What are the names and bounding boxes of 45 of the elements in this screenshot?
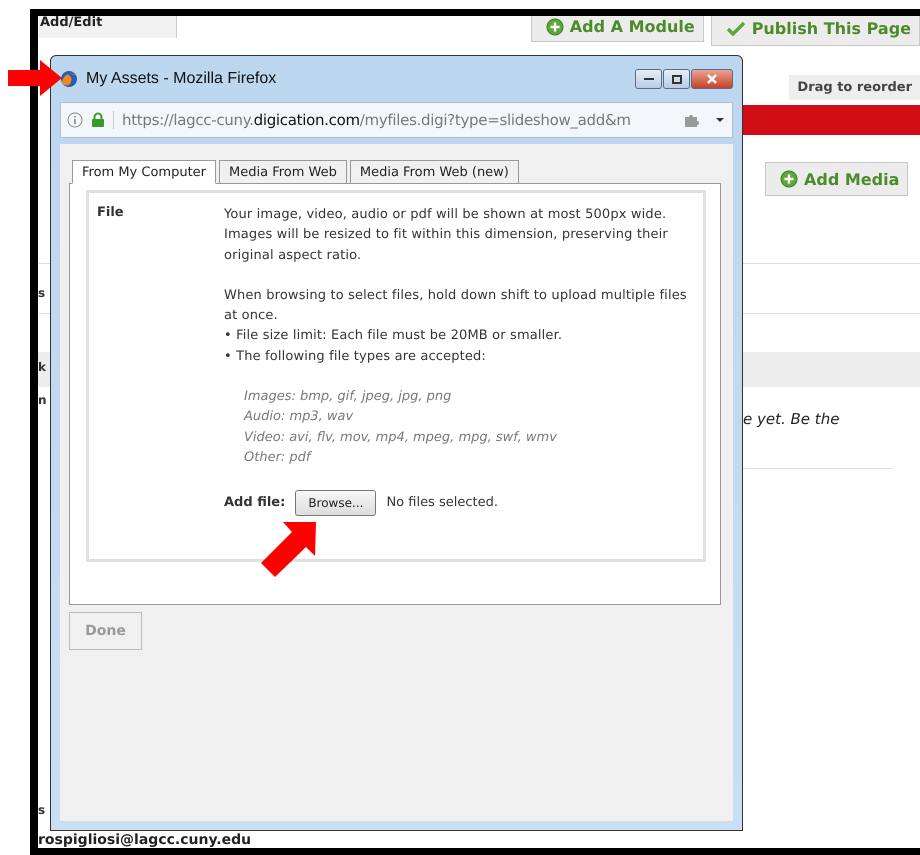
text-fragment: k <box>38 360 46 374</box>
tab[interactable]: Media From Web <box>219 160 347 184</box>
arrow-icon <box>8 60 62 96</box>
edit-tab[interactable]: Add/Edit <box>38 16 177 38</box>
add-file-label: Add file: <box>224 494 286 512</box>
close-icon <box>706 74 718 84</box>
field-label: File <box>97 205 125 222</box>
check-icon <box>726 20 746 36</box>
text-fragment: s <box>38 286 46 300</box>
bullet-text: • File size limit: Each file must be 20MB or smaller. <box>224 327 564 346</box>
minimize-button[interactable] <box>635 69 662 89</box>
plus-circle-icon <box>546 18 564 36</box>
tab[interactable]: Media From Web (new) <box>350 160 519 184</box>
email-text: rospigliosi@lagcc.cuny.edu <box>38 832 252 848</box>
file-type-text: Video: avi, flv, mov, mp4, mpeg, mpg, swf, wmv <box>244 428 558 447</box>
add-media-button[interactable]: Add Media <box>765 162 908 196</box>
file-type-text: Images: bmp, gif, jpeg, jpg, png <box>244 388 452 406</box>
text-fragment: n <box>38 393 47 407</box>
window-title: My Assets - Mozilla Firefox <box>86 70 276 88</box>
tab[interactable]: From My Computer <box>72 160 216 184</box>
drag-label: Drag to reorder <box>789 75 920 100</box>
plus-circle-icon <box>780 170 798 188</box>
comment-text: e yet. Be the <box>743 410 840 428</box>
arrow-icon <box>260 520 318 578</box>
add-module-button[interactable]: Add A Module <box>530 16 704 42</box>
puzzle-icon[interactable] <box>682 112 700 128</box>
dropdown-caret-icon[interactable] <box>714 116 726 124</box>
info-icon[interactable] <box>67 112 83 128</box>
browse-button[interactable]: Browse... <box>295 490 376 516</box>
url-text: https://lagcc-cuny.digication.com/myfiles.digi?type=slideshow_add&m <box>113 111 631 129</box>
close-button[interactable] <box>691 69 733 89</box>
publish-button[interactable]: Publish This Page <box>710 16 920 46</box>
minimize-icon <box>644 77 654 81</box>
file-status-text: No files selected. <box>386 494 498 512</box>
file-type-text: Audio: mp3, wav <box>244 408 354 426</box>
lock-icon <box>91 112 105 128</box>
browser-logo-icon <box>60 70 78 88</box>
description-text: Your image, video, audio or pdf will be shown at most 500px wide. Images will be resized to fit within this dimension, preserving their original aspect ratio. <box>224 206 669 265</box>
text-fragment: s <box>38 803 46 817</box>
maximize-icon <box>672 74 682 84</box>
file-type-text: Other: pdf <box>244 448 313 467</box>
maximize-button[interactable] <box>663 69 690 89</box>
address-bar[interactable]: https://lagcc-cuny.digication.com/myfiles.digi?type=slideshow_add&m <box>60 102 733 138</box>
description-text: When browsing to select files, hold down shift to upload multiple files at once. <box>224 286 688 326</box>
bullet-text: • The following file types are accepted: <box>224 348 487 366</box>
